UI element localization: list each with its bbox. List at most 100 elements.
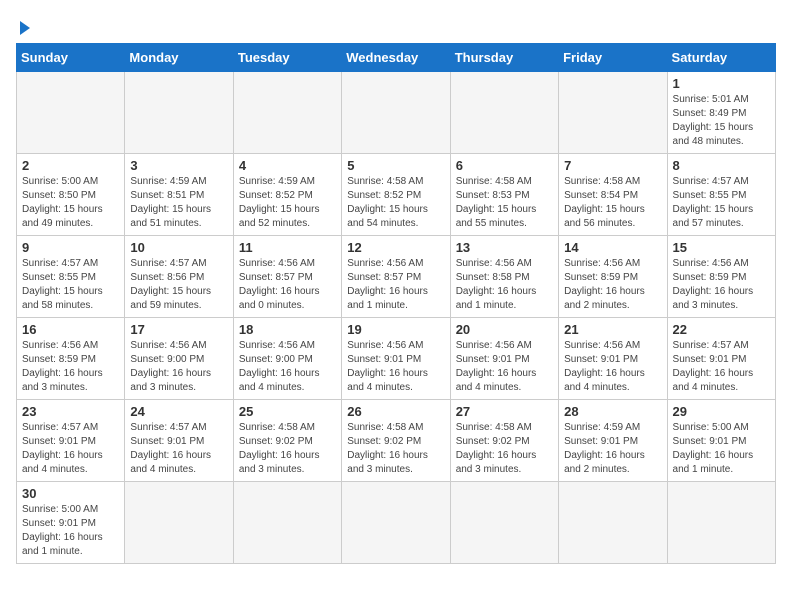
day-number: 26	[347, 404, 444, 419]
day-number: 13	[456, 240, 553, 255]
calendar-body: 1Sunrise: 5:01 AM Sunset: 8:49 PM Daylig…	[17, 72, 776, 564]
calendar-cell: 1Sunrise: 5:01 AM Sunset: 8:49 PM Daylig…	[667, 72, 775, 154]
calendar-cell: 20 Sunrise: 4:56 AM Sunset: 9:01 PM Dayli…	[450, 318, 558, 400]
calendar-cell: 17 Sunrise: 4:56 AM Sunset: 9:00 PM Dayli…	[125, 318, 233, 400]
calendar-cell	[559, 482, 667, 564]
day-info: Sunrise: 4:56 AM Sunset: 9:00 PM Dayligh…	[239, 339, 336, 395]
calendar-cell	[559, 72, 667, 154]
day-number: 8	[673, 158, 770, 173]
calendar-cell: 2Sunrise: 5:00 AM Sunset: 8:50 PM Daylig…	[17, 154, 125, 236]
calendar-cell: 23Sunrise: 4:57 AM Sunset: 9:01 PM Dayli…	[17, 400, 125, 482]
day-number: 22	[673, 322, 770, 337]
calendar-cell: 30 Sunrise: 5:00 AM Sunset: 9:01 PM Dayli…	[17, 482, 125, 564]
calendar-cell: 21Sunrise: 4:56 AM Sunset: 9:01 PM Dayli…	[559, 318, 667, 400]
day-number: 28	[564, 404, 661, 419]
calendar-header: SundayMondayTuesdayWednesdayThursdayFrid…	[17, 44, 776, 72]
weekday-header-sunday: Sunday	[17, 44, 125, 72]
weekday-header-tuesday: Tuesday	[233, 44, 341, 72]
day-number: 19	[347, 322, 444, 337]
day-info: Sunrise: 4:59 AM Sunset: 8:52 PM Dayligh…	[239, 175, 336, 231]
calendar-week-row: 9Sunrise: 4:57 AM Sunset: 8:55 PM Daylig…	[17, 236, 776, 318]
calendar-cell	[17, 72, 125, 154]
logo-triangle-icon	[20, 21, 30, 35]
day-info: Sunrise: 4:59 AM Sunset: 9:01 PM Dayligh…	[564, 421, 661, 477]
calendar-cell: 6Sunrise: 4:58 AM Sunset: 8:53 PM Daylig…	[450, 154, 558, 236]
day-info: Sunrise: 4:57 AM Sunset: 8:56 PM Dayligh…	[130, 257, 227, 313]
calendar-cell: 25 Sunrise: 4:58 AM Sunset: 9:02 PM Dayli…	[233, 400, 341, 482]
day-number: 11	[239, 240, 336, 255]
day-info: Sunrise: 4:58 AM Sunset: 9:02 PM Dayligh…	[456, 421, 553, 477]
day-info: Sunrise: 4:58 AM Sunset: 8:52 PM Dayligh…	[347, 175, 444, 231]
calendar-week-row: 30 Sunrise: 5:00 AM Sunset: 9:01 PM Dayli…	[17, 482, 776, 564]
day-number: 9	[22, 240, 119, 255]
day-info: Sunrise: 4:57 AM Sunset: 9:01 PM Dayligh…	[22, 421, 119, 477]
calendar-cell: 15 Sunrise: 4:56 AM Sunset: 8:59 PM Dayli…	[667, 236, 775, 318]
logo-blue-text	[18, 16, 30, 35]
day-number: 17	[130, 322, 227, 337]
day-info: Sunrise: 4:56 AM Sunset: 8:59 PM Dayligh…	[673, 257, 770, 313]
day-info: Sunrise: 4:56 AM Sunset: 8:59 PM Dayligh…	[22, 339, 119, 395]
day-number: 12	[347, 240, 444, 255]
day-number: 24	[130, 404, 227, 419]
calendar-week-row: 1Sunrise: 5:01 AM Sunset: 8:49 PM Daylig…	[17, 72, 776, 154]
page-header	[16, 16, 776, 35]
calendar-cell: 11Sunrise: 4:56 AM Sunset: 8:57 PM Dayli…	[233, 236, 341, 318]
day-number: 18	[239, 322, 336, 337]
day-number: 29	[673, 404, 770, 419]
weekday-header-row: SundayMondayTuesdayWednesdayThursdayFrid…	[17, 44, 776, 72]
day-info: Sunrise: 4:56 AM Sunset: 8:58 PM Dayligh…	[456, 257, 553, 313]
day-number: 15	[673, 240, 770, 255]
weekday-header-saturday: Saturday	[667, 44, 775, 72]
calendar-cell: 24 Sunrise: 4:57 AM Sunset: 9:01 PM Dayli…	[125, 400, 233, 482]
day-info: Sunrise: 4:59 AM Sunset: 8:51 PM Dayligh…	[130, 175, 227, 231]
calendar-cell: 13 Sunrise: 4:56 AM Sunset: 8:58 PM Dayli…	[450, 236, 558, 318]
calendar-cell: 16Sunrise: 4:56 AM Sunset: 8:59 PM Dayli…	[17, 318, 125, 400]
calendar-cell: 18 Sunrise: 4:56 AM Sunset: 9:00 PM Dayli…	[233, 318, 341, 400]
calendar-week-row: 23Sunrise: 4:57 AM Sunset: 9:01 PM Dayli…	[17, 400, 776, 482]
calendar-cell: 26Sunrise: 4:58 AM Sunset: 9:02 PM Dayli…	[342, 400, 450, 482]
calendar-cell: 12 Sunrise: 4:56 AM Sunset: 8:57 PM Dayli…	[342, 236, 450, 318]
calendar-cell: 14 Sunrise: 4:56 AM Sunset: 8:59 PM Dayli…	[559, 236, 667, 318]
weekday-header-friday: Friday	[559, 44, 667, 72]
day-info: Sunrise: 5:00 AM Sunset: 9:01 PM Dayligh…	[673, 421, 770, 477]
day-number: 25	[239, 404, 336, 419]
day-info: Sunrise: 4:56 AM Sunset: 9:00 PM Dayligh…	[130, 339, 227, 395]
day-number: 20	[456, 322, 553, 337]
day-info: Sunrise: 4:57 AM Sunset: 9:01 PM Dayligh…	[130, 421, 227, 477]
weekday-header-wednesday: Wednesday	[342, 44, 450, 72]
calendar-cell	[233, 482, 341, 564]
day-number: 6	[456, 158, 553, 173]
calendar-week-row: 16Sunrise: 4:56 AM Sunset: 8:59 PM Dayli…	[17, 318, 776, 400]
day-number: 30	[22, 486, 119, 501]
day-number: 3	[130, 158, 227, 173]
day-number: 27	[456, 404, 553, 419]
day-number: 14	[564, 240, 661, 255]
day-info: Sunrise: 5:00 AM Sunset: 9:01 PM Dayligh…	[22, 503, 119, 559]
calendar-cell: 7Sunrise: 4:58 AM Sunset: 8:54 PM Daylig…	[559, 154, 667, 236]
calendar-cell: 28 Sunrise: 4:59 AM Sunset: 9:01 PM Dayli…	[559, 400, 667, 482]
calendar-cell	[342, 482, 450, 564]
calendar-cell: 19 Sunrise: 4:56 AM Sunset: 9:01 PM Dayli…	[342, 318, 450, 400]
calendar-cell	[125, 482, 233, 564]
calendar-cell: 27 Sunrise: 4:58 AM Sunset: 9:02 PM Dayli…	[450, 400, 558, 482]
day-info: Sunrise: 5:01 AM Sunset: 8:49 PM Dayligh…	[673, 93, 770, 149]
day-number: 7	[564, 158, 661, 173]
calendar-week-row: 2Sunrise: 5:00 AM Sunset: 8:50 PM Daylig…	[17, 154, 776, 236]
calendar-cell	[125, 72, 233, 154]
calendar-cell: 10Sunrise: 4:57 AM Sunset: 8:56 PM Dayli…	[125, 236, 233, 318]
day-number: 5	[347, 158, 444, 173]
day-info: Sunrise: 4:56 AM Sunset: 9:01 PM Dayligh…	[456, 339, 553, 395]
day-info: Sunrise: 4:56 AM Sunset: 8:57 PM Dayligh…	[347, 257, 444, 313]
day-info: Sunrise: 4:56 AM Sunset: 8:59 PM Dayligh…	[564, 257, 661, 313]
day-info: Sunrise: 4:57 AM Sunset: 8:55 PM Dayligh…	[673, 175, 770, 231]
day-info: Sunrise: 4:56 AM Sunset: 9:01 PM Dayligh…	[347, 339, 444, 395]
calendar-table: SundayMondayTuesdayWednesdayThursdayFrid…	[16, 43, 776, 564]
day-number: 4	[239, 158, 336, 173]
calendar-cell: 22Sunrise: 4:57 AM Sunset: 9:01 PM Dayli…	[667, 318, 775, 400]
day-info: Sunrise: 4:58 AM Sunset: 9:02 PM Dayligh…	[239, 421, 336, 477]
calendar-cell: 8 Sunrise: 4:57 AM Sunset: 8:55 PM Daylig…	[667, 154, 775, 236]
calendar-cell: 5 Sunrise: 4:58 AM Sunset: 8:52 PM Daylig…	[342, 154, 450, 236]
day-info: Sunrise: 4:56 AM Sunset: 9:01 PM Dayligh…	[564, 339, 661, 395]
calendar-cell	[450, 72, 558, 154]
calendar-cell: 29 Sunrise: 5:00 AM Sunset: 9:01 PM Dayli…	[667, 400, 775, 482]
